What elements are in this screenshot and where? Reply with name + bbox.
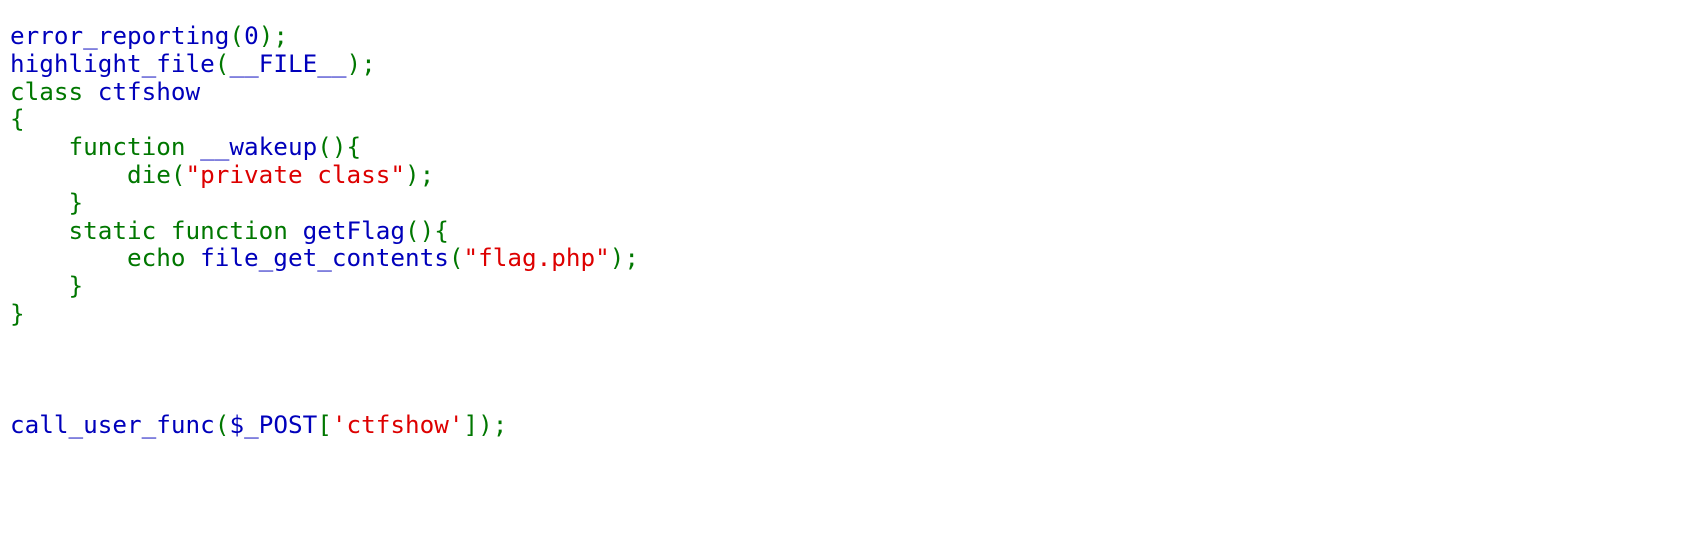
code-token-default: $_POST bbox=[229, 410, 318, 440]
code-token-keyword: ( bbox=[448, 243, 464, 273]
code-token-keyword: } bbox=[10, 298, 25, 328]
code-token-default: error_reporting bbox=[10, 21, 230, 50]
code-line: { bbox=[10, 105, 639, 133]
code-token-default: 0 bbox=[244, 21, 259, 50]
code-line: function __wakeup(){ bbox=[10, 133, 639, 161]
code-line: class ctfshow bbox=[10, 76, 639, 106]
code-token-default: highlight_file bbox=[10, 48, 215, 78]
code-line: echo file_get_contents("flag.php"); bbox=[10, 244, 639, 272]
code-token-keyword: } bbox=[10, 271, 84, 301]
code-token-default: file_get_contents bbox=[200, 243, 449, 273]
code-token-keyword: ); bbox=[346, 48, 376, 78]
code-token-keyword: ( bbox=[214, 410, 230, 440]
code-token-default: __wakeup bbox=[200, 132, 318, 162]
highlighted-source-code: error_reporting(0); highlight_file(__FILE… bbox=[10, 22, 639, 439]
code-token-default: call_user_func bbox=[10, 410, 215, 440]
code-token-string: 'ctfshow' bbox=[331, 410, 464, 440]
code-token-keyword: die( bbox=[10, 159, 186, 189]
code-token-keyword: ); bbox=[609, 243, 640, 273]
code-token-keyword: ); bbox=[404, 159, 435, 189]
code-token-keyword: ); bbox=[258, 21, 288, 50]
code-token-keyword: class bbox=[10, 76, 98, 106]
code-line: die("private class"); bbox=[10, 161, 639, 189]
code-token-string: "private class" bbox=[185, 159, 405, 189]
code-token-keyword: ( bbox=[229, 21, 245, 50]
code-token-keyword: ]); bbox=[463, 410, 508, 440]
code-token-keyword: echo bbox=[10, 243, 201, 273]
code-token-keyword: ( bbox=[214, 48, 230, 78]
code-token-keyword: } bbox=[10, 187, 84, 217]
code-line: call_user_func($_POST['ctfshow']); bbox=[10, 411, 639, 439]
code-token-keyword: (){ bbox=[317, 132, 362, 162]
code-token-string: "flag.php" bbox=[463, 243, 610, 273]
code-line: } bbox=[10, 272, 639, 300]
code-line: } bbox=[10, 300, 639, 328]
code-token-default: __FILE__ bbox=[229, 48, 347, 78]
code-token-default: ctfshow bbox=[97, 76, 201, 106]
code-token-keyword: { bbox=[10, 104, 25, 134]
code-token-keyword: [ bbox=[317, 410, 332, 440]
code-line: highlight_file(__FILE__); bbox=[10, 48, 639, 78]
code-token-default: getFlag bbox=[302, 215, 405, 245]
code-line: error_reporting(0); bbox=[10, 22, 639, 50]
code-token-keyword: (){ bbox=[404, 215, 449, 245]
code-token-keyword: static function bbox=[10, 215, 303, 245]
code-token-keyword: function bbox=[10, 132, 201, 162]
code-line: } bbox=[10, 187, 639, 217]
code-line: static function getFlag(){ bbox=[10, 215, 639, 245]
